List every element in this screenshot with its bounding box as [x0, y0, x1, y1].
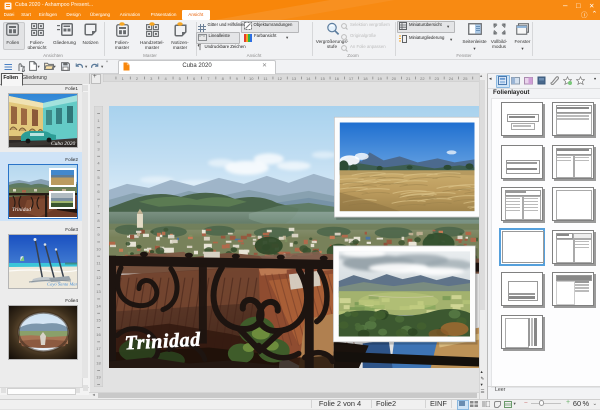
svg-text:17: 17: [349, 75, 354, 80]
svg-text:25: 25: [463, 75, 468, 80]
svg-text:16: 16: [335, 75, 340, 80]
svg-text:Cuba 2020: Cuba 2020: [51, 141, 76, 147]
svg-text:13: 13: [96, 289, 101, 294]
svg-text:12: 12: [96, 274, 101, 279]
svg-text:Cayo Santa Maria: Cayo Santa Maria: [47, 282, 78, 287]
svg-text:14: 14: [306, 75, 311, 80]
svg-text:21: 21: [406, 75, 411, 80]
svg-text:23: 23: [434, 75, 439, 80]
svg-text:12: 12: [277, 75, 282, 80]
svg-text:17: 17: [96, 346, 101, 351]
svg-text:24: 24: [449, 75, 454, 80]
svg-text:19: 19: [377, 75, 382, 80]
svg-text:18: 18: [96, 360, 101, 365]
svg-text:10: 10: [249, 75, 254, 80]
svg-text:13: 13: [292, 75, 297, 80]
svg-text:18: 18: [363, 75, 368, 80]
svg-text:20: 20: [392, 75, 397, 80]
svg-text:Trinidad: Trinidad: [124, 328, 202, 354]
svg-text:19: 19: [96, 374, 101, 379]
svg-text:16: 16: [96, 331, 101, 336]
svg-text:15: 15: [320, 75, 325, 80]
svg-text:Trinidad: Trinidad: [12, 207, 31, 213]
svg-text:22: 22: [420, 75, 425, 80]
svg-text:14: 14: [96, 303, 101, 308]
svg-text:10: 10: [96, 246, 101, 251]
svg-text:15: 15: [96, 317, 101, 322]
